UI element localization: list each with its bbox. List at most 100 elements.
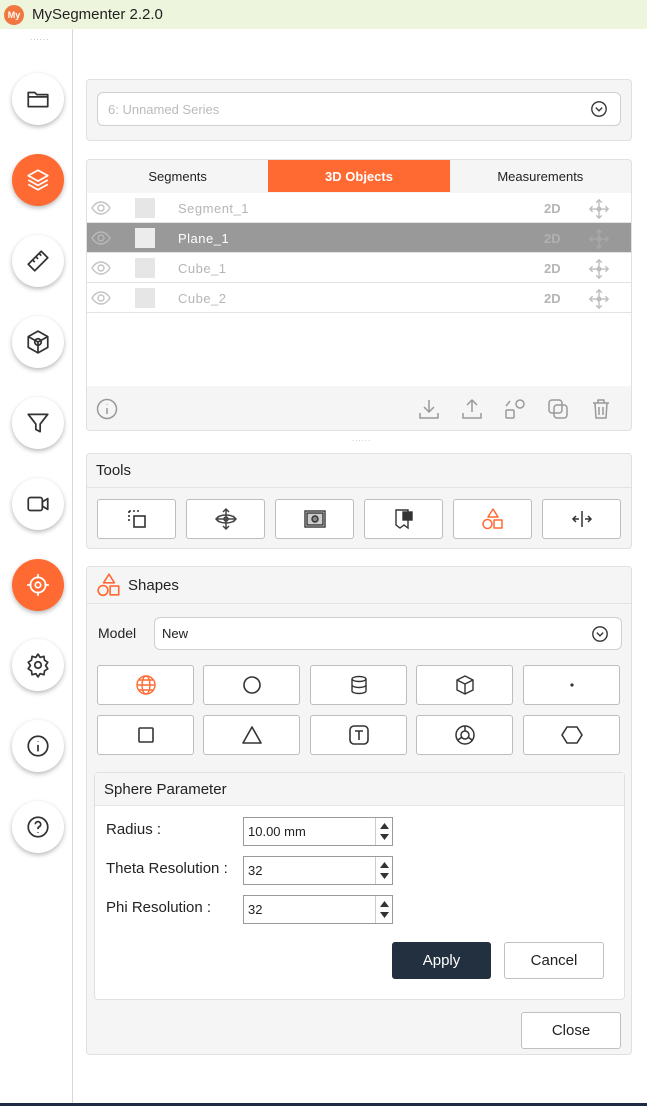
eye-icon[interactable] xyxy=(91,260,111,276)
phi-resolution-value: 32 xyxy=(248,902,263,917)
sidebar-grip[interactable]: ...... xyxy=(30,33,49,42)
sidebar-item-filter[interactable] xyxy=(12,397,64,449)
shapes-button[interactable] xyxy=(453,499,532,539)
sidebar-item-video[interactable] xyxy=(12,478,64,530)
panel-resize-grip[interactable]: ...... xyxy=(352,434,371,443)
move-icon[interactable] xyxy=(588,288,610,310)
text-button[interactable] xyxy=(310,715,407,755)
crop-button[interactable] xyxy=(97,499,176,539)
radius-input[interactable]: 10.00 mm xyxy=(243,817,393,846)
list-item[interactable]: Plane_1 2D xyxy=(87,223,631,253)
crop-icon xyxy=(127,510,146,528)
hexagon-button[interactable] xyxy=(523,715,620,755)
object-dimension[interactable]: 2D xyxy=(544,201,561,216)
mask-icon xyxy=(394,509,413,530)
hexagon-icon xyxy=(560,726,583,744)
app-title: MySegmenter 2.2.0 xyxy=(32,6,163,23)
object-name: Cube_2 xyxy=(178,291,227,306)
cancel-button[interactable]: Cancel xyxy=(504,942,604,979)
phi-resolution-input[interactable]: 32 xyxy=(243,895,393,924)
gear-icon xyxy=(27,653,49,678)
eye-icon[interactable] xyxy=(91,290,111,306)
sidebar-item-3d[interactable] xyxy=(12,316,64,368)
close-button[interactable]: Close xyxy=(521,1012,621,1049)
sidebar-item-ruler[interactable] xyxy=(12,235,64,287)
tools-panel: Tools xyxy=(86,453,632,549)
app-logo: My xyxy=(4,4,24,25)
image-button[interactable] xyxy=(275,499,354,539)
upload-icon[interactable] xyxy=(460,397,484,421)
square-button[interactable] xyxy=(97,715,194,755)
object-name: Segment_1 xyxy=(178,201,249,216)
tab-segments[interactable]: Segments xyxy=(87,160,268,192)
sidebar-item-help[interactable] xyxy=(12,801,64,853)
object-dimension[interactable]: 2D xyxy=(544,291,561,306)
info-icon[interactable] xyxy=(95,397,119,421)
shapes-outline-icon[interactable] xyxy=(503,397,527,421)
triangle-button[interactable] xyxy=(203,715,300,755)
move-icon[interactable] xyxy=(588,198,610,220)
sidebar-item-target[interactable] xyxy=(12,559,64,611)
disk-icon xyxy=(454,725,475,745)
model-label: Model xyxy=(98,625,137,641)
split-button[interactable] xyxy=(542,499,621,539)
shapes-icon xyxy=(97,573,120,597)
tab-3d-objects[interactable]: 3D Objects xyxy=(268,160,450,192)
apply-button[interactable]: Apply xyxy=(392,942,491,979)
color-swatch[interactable] xyxy=(135,228,155,248)
object-dimension[interactable]: 2D xyxy=(544,231,561,246)
color-swatch[interactable] xyxy=(135,258,155,278)
mask-button[interactable] xyxy=(364,499,443,539)
image-icon xyxy=(303,510,326,528)
move-icon[interactable] xyxy=(588,228,610,250)
shapes-title: Shapes xyxy=(128,576,179,594)
phi-spin-arrows[interactable] xyxy=(375,896,392,923)
cylinder-button[interactable] xyxy=(310,665,407,705)
download-icon[interactable] xyxy=(417,397,441,421)
move-icon[interactable] xyxy=(588,258,610,280)
series-select-value: 6: Unnamed Series xyxy=(108,101,220,117)
sphere-icon xyxy=(135,675,156,695)
shapes-header: Shapes xyxy=(87,567,631,604)
list-item[interactable]: Segment_1 2D xyxy=(87,193,631,223)
theta-spin-arrows[interactable] xyxy=(375,857,392,884)
color-swatch[interactable] xyxy=(135,288,155,308)
cube-icon xyxy=(455,675,474,695)
transform-button[interactable] xyxy=(186,499,265,539)
circle-button[interactable] xyxy=(203,665,300,705)
sphere-button[interactable] xyxy=(97,665,194,705)
eye-icon[interactable] xyxy=(91,230,111,246)
sidebar-item-folder[interactable] xyxy=(12,73,64,125)
list-item[interactable]: Cube_2 2D xyxy=(87,283,631,313)
object-dimension[interactable]: 2D xyxy=(544,261,561,276)
point-button[interactable] xyxy=(523,665,620,705)
tab-measurements[interactable]: Measurements xyxy=(450,160,631,192)
point-icon xyxy=(569,683,574,687)
tab-bar: Segments 3D Objects Measurements xyxy=(87,160,631,192)
target-icon xyxy=(27,574,49,596)
color-swatch[interactable] xyxy=(135,198,155,218)
radius-spin-arrows[interactable] xyxy=(375,818,392,845)
object-name: Plane_1 xyxy=(178,231,230,246)
cube-button[interactable] xyxy=(416,665,513,705)
theta-resolution-input[interactable]: 32 xyxy=(243,856,393,885)
sidebar-item-layers[interactable] xyxy=(12,154,64,206)
cylinder-icon xyxy=(350,675,367,695)
object-name: Cube_1 xyxy=(178,261,227,276)
series-select[interactable]: 6: Unnamed Series xyxy=(97,92,621,126)
text-icon xyxy=(348,725,369,745)
object-list: Segment_1 2D Plane_1 2D Cube_1 2D Cube_2… xyxy=(87,193,631,386)
sidebar-item-info[interactable] xyxy=(12,720,64,772)
trash-icon[interactable] xyxy=(589,397,613,421)
sidebar-item-settings[interactable] xyxy=(12,639,64,691)
duplicate-icon[interactable] xyxy=(546,397,570,421)
model-select-value: New xyxy=(162,626,189,641)
split-icon xyxy=(571,511,592,527)
disk-button[interactable] xyxy=(416,715,513,755)
list-item[interactable]: Cube_1 2D xyxy=(87,253,631,283)
tools-title: Tools xyxy=(87,454,631,488)
eye-icon[interactable] xyxy=(91,200,111,216)
model-select[interactable]: New xyxy=(154,617,622,650)
square-icon xyxy=(137,727,154,743)
move-icon xyxy=(214,507,237,531)
